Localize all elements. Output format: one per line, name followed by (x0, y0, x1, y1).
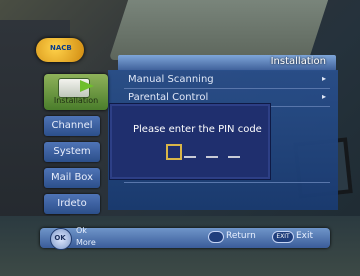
sidebar-item-channel[interactable]: Channel (44, 116, 100, 136)
dpad-ok-label: OK (54, 234, 66, 242)
brand-logo-text: NACB (50, 44, 72, 52)
pin-digit-3[interactable] (206, 156, 218, 158)
chevron-right-icon: ▸ (321, 92, 326, 101)
sidebar-item-label: Installation (53, 96, 99, 105)
pin-digit-2[interactable] (184, 156, 196, 158)
return-key-icon (208, 231, 224, 243)
divider (124, 88, 330, 89)
background-house (108, 0, 332, 60)
chevron-right-icon: ▸ (321, 74, 326, 83)
ok-hint: Ok (76, 226, 87, 235)
sidebar-item-system[interactable]: System (44, 142, 100, 162)
exit-hint: Exit (296, 231, 314, 241)
tv-screen: NACB Installation Manual Scanning ▸ Pare… (0, 0, 360, 276)
exit-key-icon: EXIT (272, 231, 294, 243)
menu-item-label: Parental Control (128, 92, 209, 103)
sidebar-item-mail-box[interactable]: Mail Box (44, 168, 100, 188)
more-hint: More (76, 238, 96, 247)
pin-digit-1-cursor[interactable] (166, 144, 182, 160)
divider (124, 182, 330, 183)
menu-item-label: Manual Scanning (128, 74, 214, 85)
pin-prompt-text: Please enter the PIN code (133, 124, 262, 135)
menu-item-manual-scanning[interactable]: Manual Scanning (128, 74, 214, 85)
page-title: Installation (270, 56, 326, 67)
pin-dialog (109, 103, 271, 180)
menu-item-parental-control[interactable]: Parental Control (128, 92, 208, 103)
return-hint: Return (226, 231, 256, 241)
signal-beam-icon (80, 80, 94, 92)
sidebar-item-irdeto[interactable]: Irdeto (44, 194, 100, 214)
pin-digit-4[interactable] (228, 156, 240, 158)
